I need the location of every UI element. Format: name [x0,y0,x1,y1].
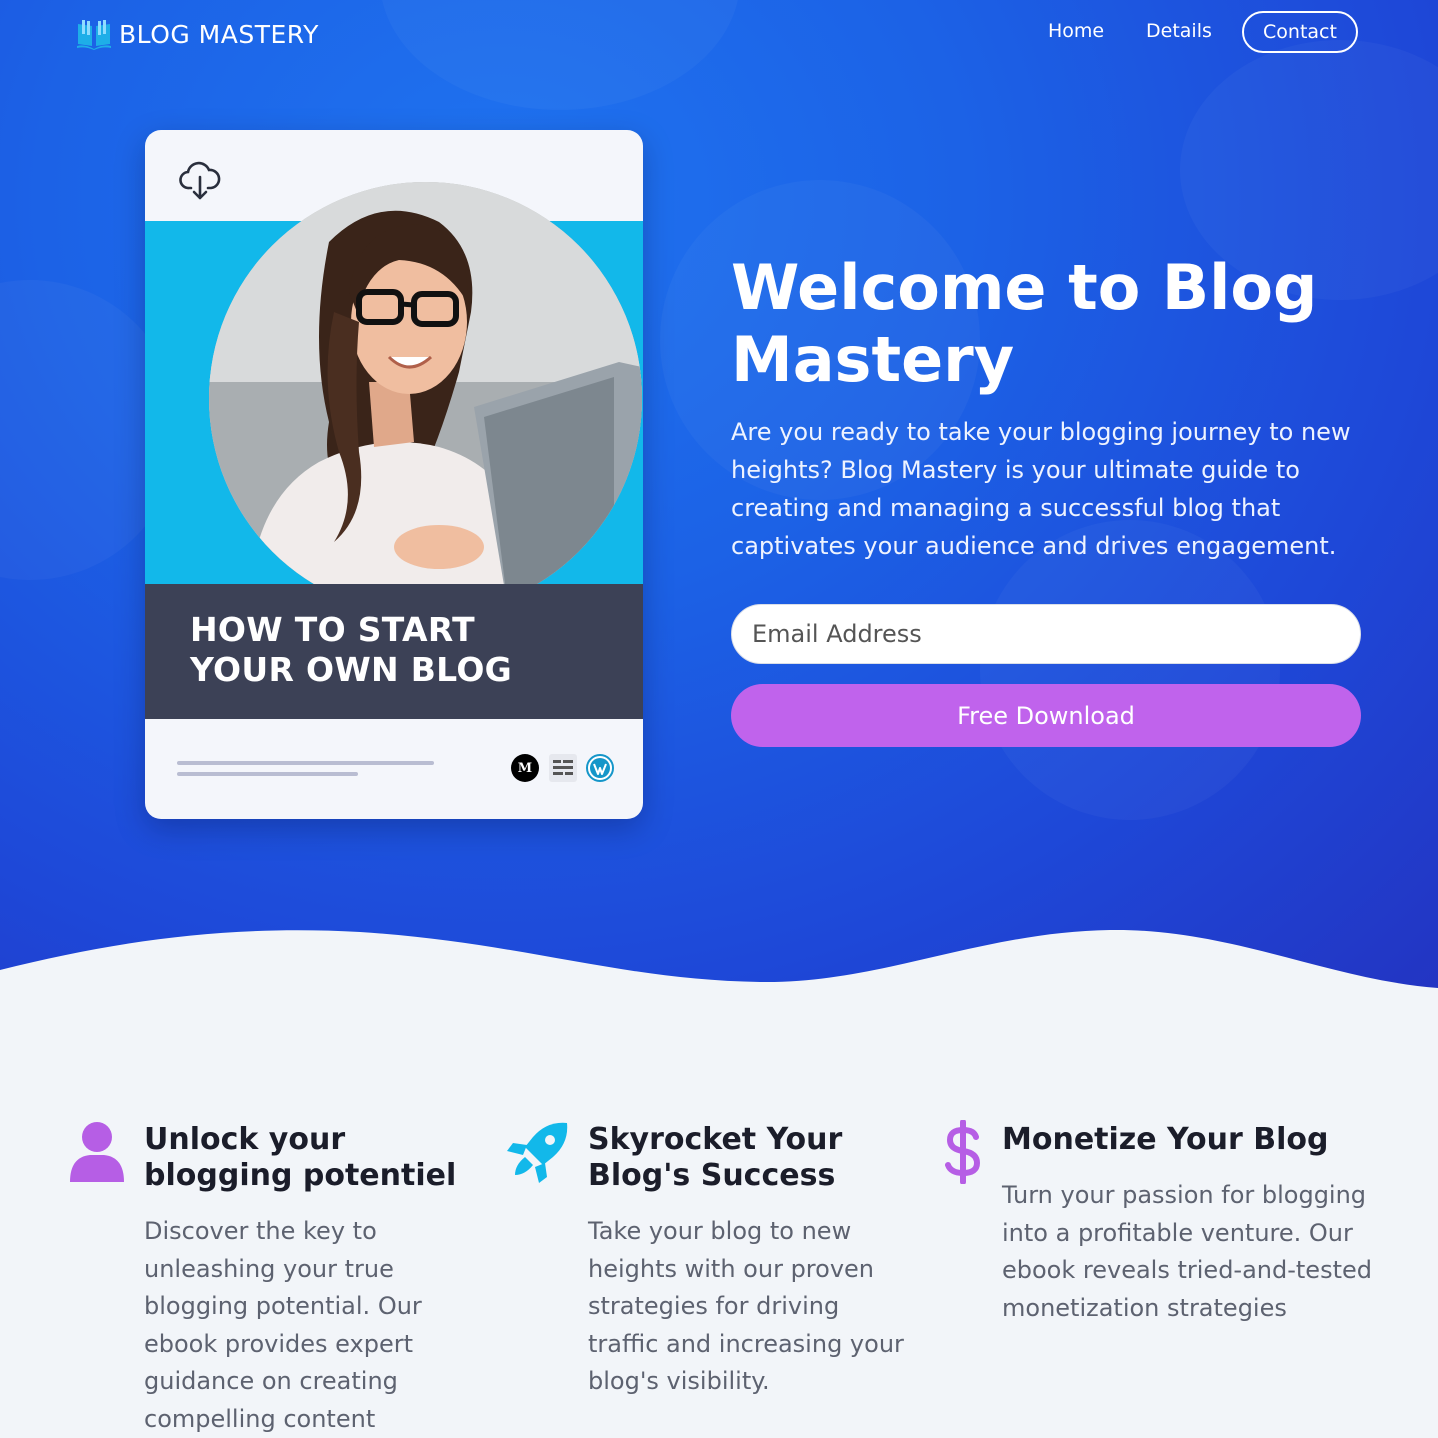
hero-headline-line: Welcome to Blog [731,251,1318,324]
ebook-cover: HOW TO START YOUR OWN BLOG M [145,130,643,819]
wordpress-icon [586,754,614,782]
user-icon [70,1122,124,1182]
decor-blob [380,0,740,110]
feature-description: Take your blog to new heights with our p… [588,1217,904,1395]
woman-with-laptop-photo [209,182,642,615]
feature-title: Unlock your blogging potentiel [144,1122,457,1193]
book-icon [77,20,111,50]
cover-text-line [177,761,434,765]
feature-description: Turn your passion for blogging into a pr… [1002,1181,1372,1322]
free-download-button[interactable]: Free Download [731,684,1361,747]
wave-divider [0,929,1438,1000]
feature-title: Skyrocket Your Blog's Success [588,1122,843,1193]
nav-contact-button[interactable]: Contact [1242,11,1358,53]
ebook-title-line: HOW TO START [190,610,475,649]
email-input[interactable] [731,604,1361,664]
nav-details-link[interactable]: Details [1146,20,1212,42]
hero-section: BLOG MASTERY Home Details Contact HOW TO… [0,0,1438,1000]
hero-headline-line: Mastery [731,323,1015,396]
brand-logo[interactable]: BLOG MASTERY [77,18,319,50]
feature-description: Discover the key to unleashing your true… [144,1217,422,1433]
medium-icon: M [511,754,539,782]
blogger-icon [549,754,577,782]
dollar-icon [945,1120,981,1184]
cloud-download-icon [179,161,221,200]
ebook-title-line: YOUR OWN BLOG [190,650,513,689]
hero-description: Are you ready to take your blogging jour… [731,418,1351,560]
rocket-icon [507,1122,568,1183]
nav-home-link[interactable]: Home [1048,20,1104,42]
feature-title: Monetize Your Blog [1002,1122,1329,1157]
hero-headline: Welcome to Blog Mastery [731,252,1351,396]
brand-name: BLOG MASTERY [119,19,319,49]
decor-blob [980,520,1280,820]
cover-text-line [177,772,358,776]
ebook-title: HOW TO START YOUR OWN BLOG [190,610,512,690]
